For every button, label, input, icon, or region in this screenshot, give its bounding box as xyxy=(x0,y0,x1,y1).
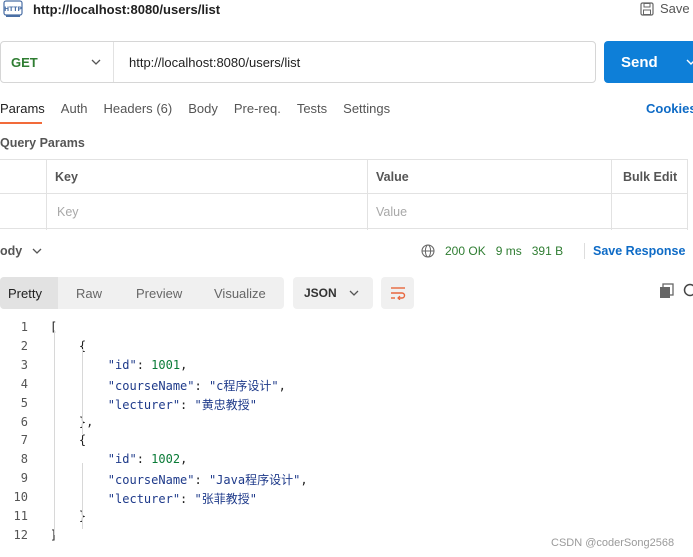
indent-guide xyxy=(54,330,55,535)
divider xyxy=(584,243,585,259)
code-text: { xyxy=(50,433,87,448)
bulk-edit-button[interactable]: Bulk Edit xyxy=(623,170,677,184)
line-number: 4 xyxy=(20,376,28,391)
svg-text:HTTP: HTTP xyxy=(4,6,22,13)
watermark: CSDN @coderSong2568 xyxy=(551,537,675,549)
tab-tests[interactable]: Tests xyxy=(297,101,327,116)
line-number: 10 xyxy=(13,490,28,505)
line-number: 5 xyxy=(20,395,28,410)
format-select[interactable]: JSON xyxy=(293,277,373,309)
line-number: 12 xyxy=(13,527,28,542)
tab-auth[interactable]: Auth xyxy=(61,101,88,116)
tab-prereq[interactable]: Pre-req. xyxy=(234,101,281,116)
tab-headers-label: Headers xyxy=(103,101,153,116)
save-icon xyxy=(640,1,654,16)
cookies-link[interactable]: Cookies xyxy=(646,101,693,116)
send-label: Send xyxy=(621,53,658,71)
line-number: 1 xyxy=(20,320,28,334)
code-text: "courseName": "c程序设计", xyxy=(107,378,286,393)
code-text: }, xyxy=(50,414,94,429)
chevron-down-icon[interactable] xyxy=(686,54,693,70)
format-label: JSON xyxy=(304,286,337,300)
table-row: Key Value xyxy=(0,195,688,229)
column-divider xyxy=(687,160,688,230)
url-input[interactable]: http://localhost:8080/users/list xyxy=(114,55,300,70)
request-bar: GET http://localhost:8080/users/list xyxy=(0,41,596,83)
response-body-dropdown[interactable]: ody xyxy=(0,244,42,258)
view-mode-tabs: Pretty Raw Preview Visualize xyxy=(0,277,284,309)
tab-headers[interactable]: Headers (6) xyxy=(104,101,173,116)
tab-visualize[interactable]: Visualize xyxy=(214,277,284,309)
line-number: 8 xyxy=(20,452,28,467)
value-input[interactable]: Value xyxy=(376,205,407,219)
code-text: "courseName": "Java程序设计", xyxy=(107,473,308,488)
response-body-label: ody xyxy=(0,244,23,258)
line-number: 2 xyxy=(20,338,28,353)
code-text: } xyxy=(50,509,87,523)
copy-icon[interactable] xyxy=(659,283,675,299)
save-label: Save xyxy=(660,1,690,16)
tab-pretty[interactable]: Pretty xyxy=(0,277,58,309)
line-number: 7 xyxy=(20,433,28,448)
column-divider xyxy=(46,160,47,230)
search-icon[interactable] xyxy=(682,283,693,299)
chevron-down-icon xyxy=(91,59,101,65)
response-size[interactable]: 391 B xyxy=(532,244,563,258)
request-title: http://localhost:8080/users/list xyxy=(33,2,221,17)
tab-body[interactable]: Body xyxy=(188,101,218,116)
code-text: "id": 1002, xyxy=(107,452,188,467)
method-label: GET xyxy=(11,54,38,70)
save-response-button[interactable]: Save Response xyxy=(593,244,685,258)
tab-preview[interactable]: Preview xyxy=(134,277,214,309)
code-text: { xyxy=(50,338,87,353)
wrap-lines-button[interactable] xyxy=(381,277,414,309)
chevron-down-icon xyxy=(349,290,359,296)
line-number: 11 xyxy=(13,509,28,523)
headers-count: (6) xyxy=(156,101,173,116)
col-value-header: Value xyxy=(376,170,409,184)
column-divider xyxy=(611,160,612,230)
request-tabs: Params Auth Headers (6) Body Pre-req. Te… xyxy=(0,101,406,116)
send-button[interactable]: Send xyxy=(604,41,693,83)
tab-settings[interactable]: Settings xyxy=(343,101,390,116)
response-status: 200 OK 9 ms 391 B xyxy=(421,244,563,258)
response-time[interactable]: 9 ms xyxy=(496,244,522,258)
query-params-table: Key Value Bulk Edit Key Value xyxy=(0,159,688,230)
indent-guide xyxy=(82,463,83,529)
indent-guide xyxy=(82,349,83,434)
save-button[interactable]: Save xyxy=(640,1,690,16)
tab-raw[interactable]: Raw xyxy=(58,277,134,309)
active-tab-indicator xyxy=(0,122,42,124)
http-file-icon: HTTP xyxy=(3,0,23,17)
wrap-lines-icon xyxy=(390,287,405,300)
line-number: 9 xyxy=(20,471,28,486)
status-code[interactable]: 200 OK xyxy=(445,244,486,258)
col-key-header: Key xyxy=(55,170,78,184)
method-select[interactable]: GET xyxy=(1,42,114,82)
line-number: 3 xyxy=(20,357,28,372)
chevron-down-icon xyxy=(32,248,42,254)
line-number: 6 xyxy=(20,414,28,429)
key-input[interactable]: Key xyxy=(57,205,79,219)
tab-params[interactable]: Params xyxy=(0,101,45,116)
table-header-row: Key Value Bulk Edit xyxy=(0,160,688,194)
column-divider xyxy=(367,160,368,230)
code-text: "id": 1001, xyxy=(107,357,188,372)
query-params-title: Query Params xyxy=(0,136,85,150)
globe-icon[interactable] xyxy=(421,244,435,258)
